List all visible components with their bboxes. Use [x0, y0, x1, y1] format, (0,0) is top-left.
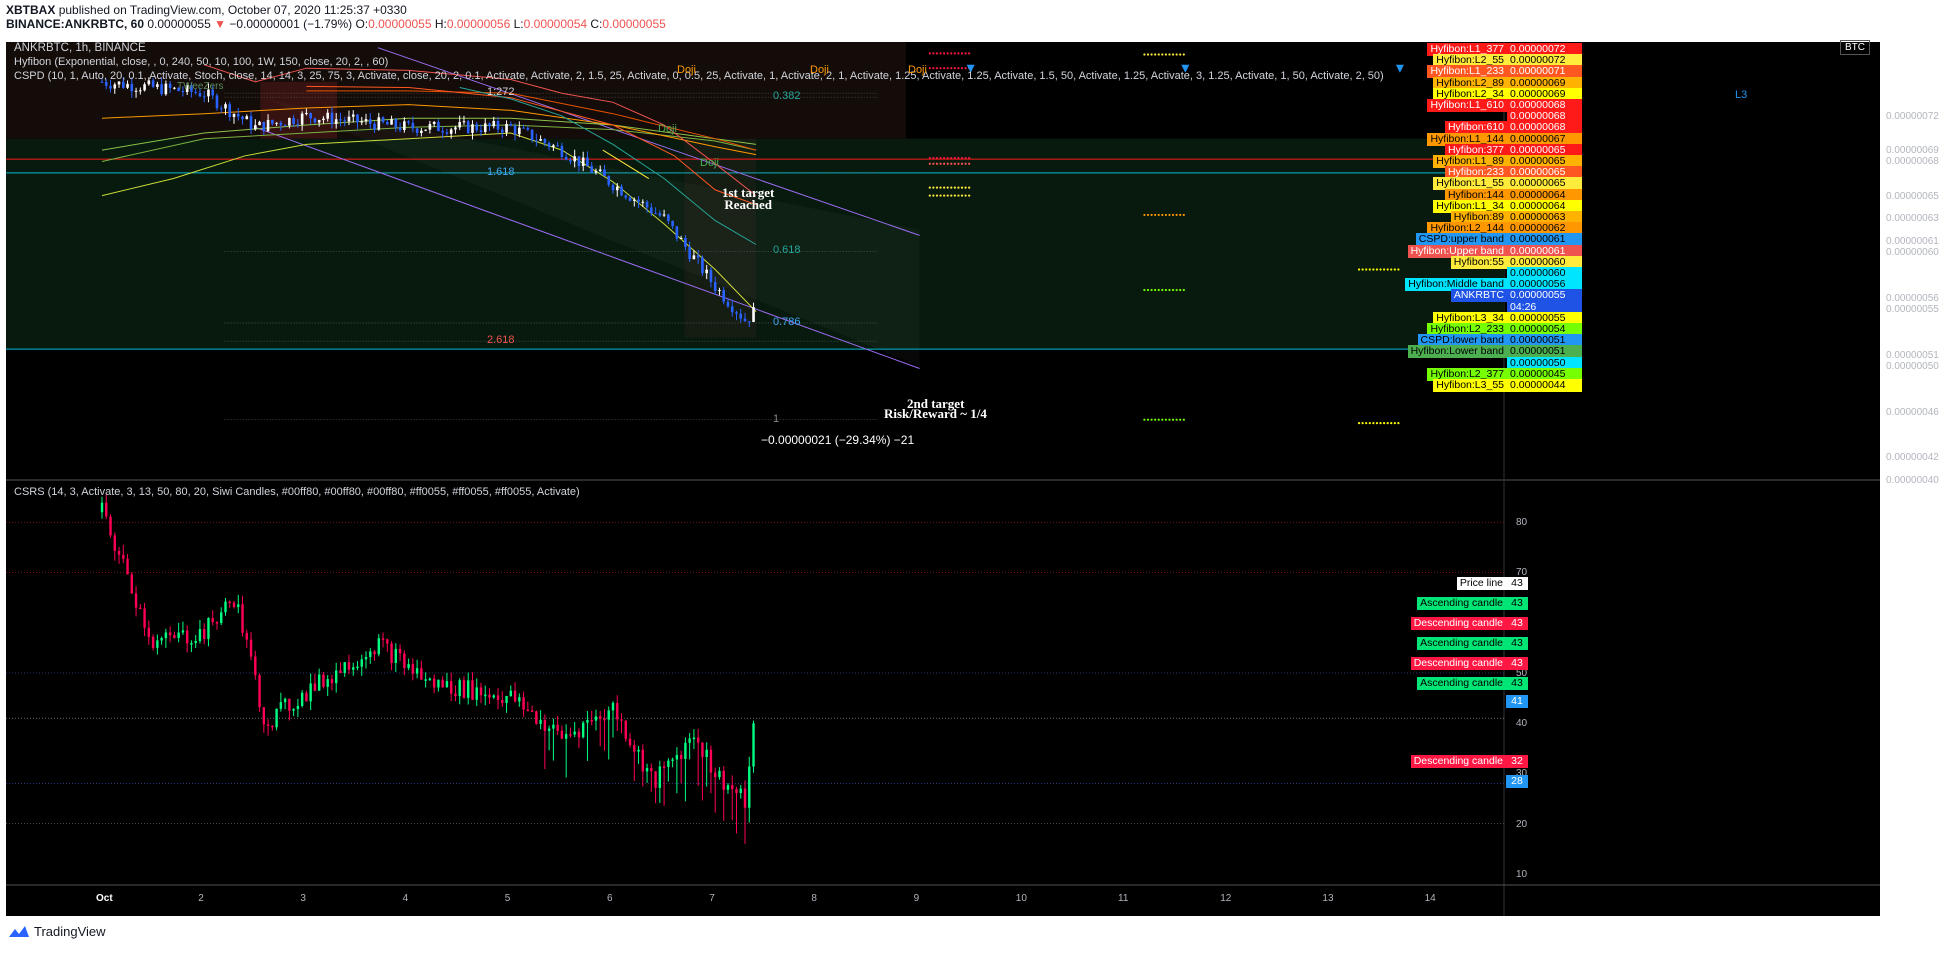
- csrs-label-value: 43: [1506, 656, 1528, 670]
- publisher[interactable]: XBTBAX: [6, 3, 55, 17]
- price-tick: 0.00000042: [1886, 452, 1939, 464]
- low-label: L:: [513, 17, 524, 31]
- chart-area[interactable]: ANKRBTC, 1h, BINANCE Hyfibon (Exponentia…: [6, 40, 1939, 916]
- csrs-label-value: 43: [1506, 636, 1528, 650]
- price-tick: 0.00000063: [1886, 213, 1939, 225]
- high-value: 0.00000056: [446, 17, 511, 31]
- time-tick: 3: [300, 893, 306, 904]
- brand-text: TradingView: [34, 924, 106, 939]
- time-tick: 11: [1118, 893, 1129, 904]
- open-value: 0.00000055: [368, 17, 432, 31]
- publish-info: published on TradingView.com, October 07…: [58, 3, 407, 17]
- last-price: 0.00000055: [147, 17, 211, 31]
- csrs-label-value: 43: [1506, 596, 1528, 610]
- csrs-labels: Price line 43 Ascending candle 43 Descending…: [6, 42, 1880, 916]
- price-tick: 0.00000055: [1886, 304, 1939, 316]
- csrs-label-name: Descending candle: [1410, 616, 1506, 630]
- csrs-label-value: 32: [1506, 754, 1528, 768]
- tradingview-logo-icon: [9, 925, 29, 937]
- time-tick: 2: [198, 893, 204, 904]
- time-tick: 10: [1015, 893, 1027, 904]
- time-tick: 5: [504, 893, 511, 904]
- price-tick: 0.00000072: [1886, 110, 1939, 122]
- price-tick: 0.00000040: [1886, 475, 1939, 486]
- price-tick: 0.00000065: [1886, 190, 1939, 202]
- down-arrow-icon: ▼: [214, 17, 226, 31]
- symbol-line: BINANCE:ANKRBTC, 60 0.00000055 ▼ −0.0000…: [6, 17, 666, 31]
- price-tick: 0.00000046: [1886, 406, 1939, 418]
- csrs-label-name: Descending candle: [1410, 754, 1506, 768]
- csrs-label-name: Ascending candle: [1417, 636, 1506, 650]
- time-tick: 12: [1220, 893, 1232, 904]
- open-label: O:: [355, 17, 369, 31]
- price-change: −0.00000001 (−1.79%): [229, 17, 353, 31]
- csrs-label-value: 41: [1506, 694, 1528, 708]
- publish-line: XBTBAX published on TradingView.com, Oct…: [6, 3, 407, 17]
- time-tick: Oct: [96, 893, 113, 904]
- time-tick: 13: [1322, 893, 1334, 904]
- time-tick: 8: [811, 893, 817, 904]
- csrs-label-value: 43: [1506, 677, 1528, 690]
- symbol: BINANCE:ANKRBTC, 60: [6, 17, 145, 31]
- close-label: C:: [590, 17, 603, 31]
- price-tick: 0.00000060: [1886, 247, 1939, 259]
- csrs-label-name: Price line: [1456, 576, 1506, 590]
- close-value: 0.00000055: [602, 17, 666, 31]
- time-tick: 14: [1424, 893, 1436, 904]
- time-tick: 4: [402, 893, 409, 904]
- tradingview-logo[interactable]: TradingView: [8, 924, 106, 939]
- price-tick: 0.00000050: [1886, 361, 1939, 373]
- time-tick: 7: [709, 893, 715, 904]
- time-tick: 9: [913, 893, 920, 904]
- csrs-label-value: 28: [1506, 774, 1528, 788]
- low-value: 0.00000054: [523, 17, 588, 31]
- high-label: H:: [434, 17, 447, 31]
- csrs-label-value: 43: [1506, 616, 1528, 630]
- time-tick: 6: [607, 893, 613, 904]
- csrs-label-name: Descending candle: [1410, 656, 1506, 670]
- csrs-label-name: Ascending candle: [1417, 596, 1506, 610]
- price-tick: 0.00000068: [1886, 156, 1939, 168]
- csrs-label-value: 43: [1506, 576, 1528, 590]
- csrs-label-name: Ascending candle: [1417, 677, 1506, 690]
